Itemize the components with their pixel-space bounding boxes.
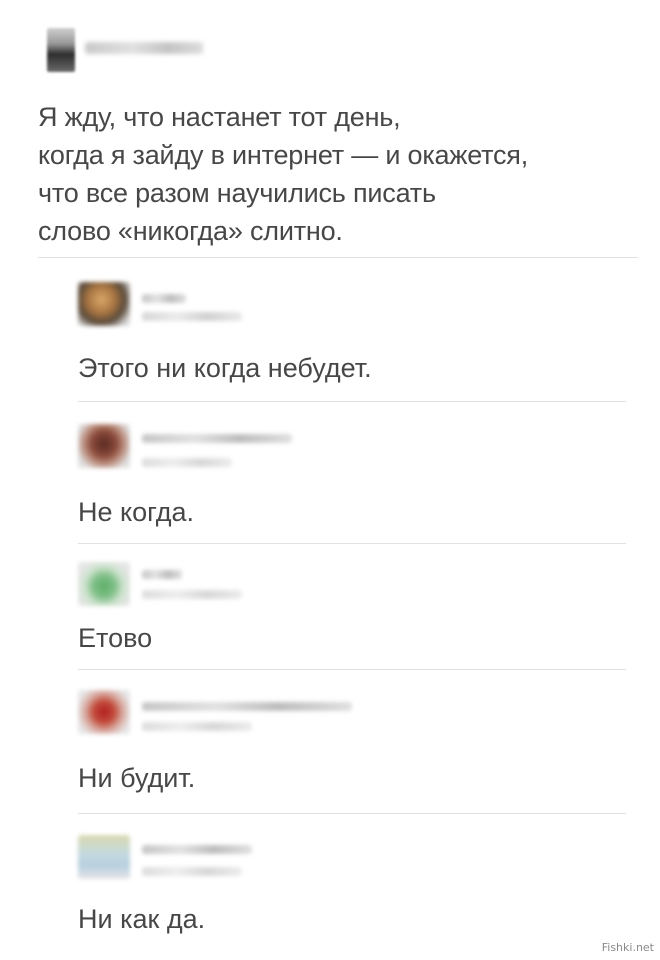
commenter-name-redacted[interactable] xyxy=(142,294,186,303)
commenter-name-redacted[interactable] xyxy=(142,570,182,579)
post-text: Я жду, что настанет тот день, когда я за… xyxy=(38,98,648,250)
commenter-name-redacted[interactable] xyxy=(142,434,292,443)
divider xyxy=(38,257,638,258)
avatar[interactable] xyxy=(78,282,130,326)
comment-text: Ни как да. xyxy=(78,904,206,934)
watermark: Fishki.net xyxy=(601,941,654,954)
avatar[interactable] xyxy=(47,28,75,72)
comment-meta-redacted xyxy=(142,312,242,321)
comment-meta-redacted xyxy=(142,458,232,467)
comment: Ни как да. xyxy=(78,835,638,945)
commenter-name-redacted[interactable] xyxy=(142,845,252,854)
comment: Ни будит. xyxy=(78,690,638,800)
commenter-name-redacted[interactable] xyxy=(142,702,352,711)
post-line: что все разом научились писать xyxy=(38,178,436,208)
comment-text: Не когда. xyxy=(78,497,195,527)
post-line: слово «никогда» слитно. xyxy=(38,216,343,246)
divider xyxy=(78,669,626,670)
comment-text: Ни будит. xyxy=(78,763,196,793)
divider xyxy=(78,813,626,814)
comment-text: Этого ни когда небудет. xyxy=(78,353,372,383)
divider xyxy=(78,401,626,402)
comment: Етово xyxy=(78,562,638,662)
post-line: Я жду, что настанет тот день, xyxy=(38,102,401,132)
comment-meta-redacted xyxy=(142,590,242,599)
post-line: когда я зайду в интернет — и окажется, xyxy=(38,140,529,170)
author-name-redacted[interactable] xyxy=(85,42,203,54)
avatar[interactable] xyxy=(78,424,130,468)
avatar[interactable] xyxy=(78,690,130,734)
comment-meta-redacted xyxy=(142,867,242,876)
comment-meta-redacted xyxy=(142,722,252,731)
comment: Не когда. xyxy=(78,424,638,534)
avatar[interactable] xyxy=(78,835,130,879)
comment: Этого ни когда небудет. xyxy=(78,282,638,392)
post-author-header[interactable] xyxy=(47,28,247,72)
divider xyxy=(78,543,626,544)
avatar[interactable] xyxy=(78,562,130,606)
comment-text: Етово xyxy=(78,623,153,653)
